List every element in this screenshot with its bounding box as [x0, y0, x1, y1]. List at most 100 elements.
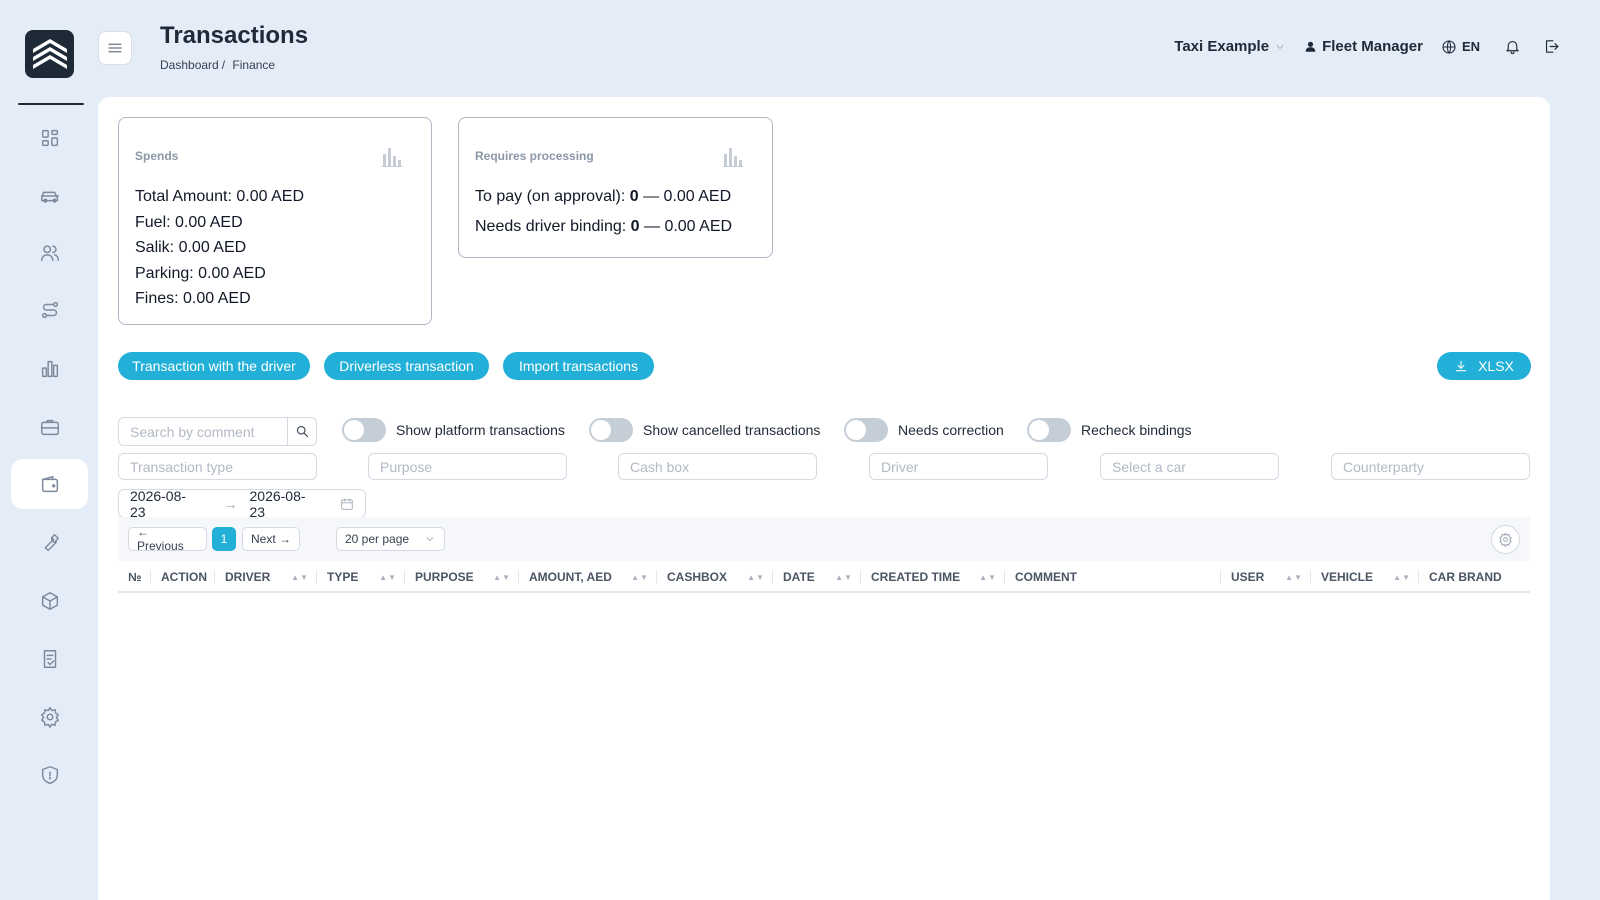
language-selector[interactable]: EN — [1441, 39, 1480, 55]
next-page-button[interactable]: Next → — [242, 527, 300, 551]
download-icon — [1455, 360, 1467, 372]
date-from[interactable]: 2026-08-23 — [130, 488, 200, 520]
user-icon — [1305, 41, 1316, 52]
globe-icon — [1442, 39, 1456, 54]
route-icon — [41, 301, 58, 319]
spends-lines: Total Amount: 0.00 AED Fuel: 0.00 AED Sa… — [135, 186, 304, 314]
sort-icon: ▲▼ — [291, 572, 309, 582]
col-purpose[interactable]: PURPOSE ▲▼ — [405, 563, 519, 591]
sort-icon: ▲▼ — [493, 572, 511, 582]
needs-correction-toggle-group: Needs correction — [844, 418, 1004, 442]
cancelled-transactions-toggle[interactable] — [589, 418, 633, 442]
spends-fines: Fines: 0.00 AED — [135, 290, 251, 307]
menu-toggle-button[interactable] — [98, 31, 132, 65]
sidebar-item-reports[interactable] — [11, 344, 88, 394]
col-cashbox[interactable]: CASHBOX ▲▼ — [657, 563, 773, 591]
sidebar-item-security[interactable] — [11, 750, 88, 800]
col-cashbox-label: CASHBOX — [667, 570, 728, 584]
users-icon — [40, 245, 59, 262]
col-comment: COMMENT — [1005, 563, 1221, 591]
col-vehicle[interactable]: VEHICLE ▲▼ — [1311, 563, 1419, 591]
needs-correction-label: Needs correction — [898, 422, 1004, 438]
sidebar-item-business[interactable] — [11, 402, 88, 452]
cash-box-select[interactable] — [618, 453, 817, 480]
search-group — [118, 417, 317, 446]
sidebar-item-documents[interactable] — [11, 634, 88, 684]
driverless-transaction-button[interactable]: Driverless transaction — [324, 352, 489, 380]
sort-icon: ▲▼ — [1393, 572, 1411, 582]
platform-transactions-label: Show platform transactions — [396, 422, 565, 438]
col-created-time[interactable]: CREATED TIME ▲▼ — [861, 563, 1005, 591]
date-to[interactable]: 2026-08-23 — [250, 488, 320, 520]
wallet-icon — [41, 475, 58, 493]
sidebar-item-settings[interactable] — [11, 692, 88, 742]
driver-select[interactable] — [869, 453, 1048, 480]
col-user[interactable]: USER ▲▼ — [1221, 563, 1311, 591]
date-range-picker[interactable]: 2026-08-23 → 2026-08-23 — [118, 488, 366, 520]
shield-icon — [41, 766, 58, 784]
processing-lines: To pay (on approval): 0 — 0.00 AED Needs… — [475, 186, 732, 246]
counterparty-select[interactable] — [1331, 453, 1530, 480]
header-actions: Taxi Example Fleet Manager EN — [1174, 38, 1560, 55]
chevrons-logo-icon — [32, 39, 67, 69]
search-button[interactable] — [288, 417, 317, 446]
company-name: Taxi Example — [1174, 38, 1270, 55]
recheck-bindings-label: Recheck bindings — [1081, 422, 1192, 438]
company-selector[interactable]: Taxi Example — [1174, 38, 1286, 55]
requires-processing-card: Requires processing To pay (on approval)… — [458, 117, 773, 258]
sidebar-item-routes[interactable] — [11, 285, 88, 335]
gear-icon — [1499, 532, 1512, 547]
page-title: Transactions — [160, 22, 309, 49]
purpose-select[interactable] — [368, 453, 567, 480]
car-select[interactable] — [1100, 453, 1279, 480]
col-type[interactable]: TYPE ▲▼ — [317, 563, 405, 591]
sidebar-item-finance[interactable] — [11, 459, 88, 509]
per-page-select[interactable]: 20 per page — [336, 527, 445, 551]
col-driver[interactable]: DRIVER ▲▼ — [215, 563, 317, 591]
logout-button[interactable] — [1543, 38, 1560, 55]
col-car-brand-label: CAR BRAND — [1429, 570, 1502, 584]
spends-card-title: Spends — [135, 149, 179, 163]
table-toolbar: ← Previous 1 Next → 20 per page — [118, 517, 1530, 561]
sidebar-item-vehicles[interactable] — [11, 171, 88, 221]
binding-line: Needs driver binding: 0 — 0.00 AED — [475, 216, 732, 246]
notifications-button[interactable] — [1504, 38, 1521, 55]
previous-page-button[interactable]: ← Previous — [128, 525, 207, 553]
breadcrumb-dashboard[interactable]: Dashboard — [160, 58, 219, 72]
cancelled-transactions-toggle-group: Show cancelled transactions — [589, 418, 820, 442]
page-1-button[interactable]: 1 — [212, 527, 236, 551]
transaction-with-driver-button[interactable]: Transaction with the driver — [118, 352, 310, 380]
transaction-type-select[interactable] — [118, 453, 317, 480]
table-header: № ACTION DRIVER ▲▼ TYPE ▲▼ PURPOSE ▲▼ AMOUN… — [118, 563, 1530, 593]
export-xlsx-button[interactable]: XLSX — [1437, 352, 1531, 380]
per-page-value: 20 per page — [345, 532, 410, 546]
search-input[interactable] — [118, 417, 288, 446]
platform-transactions-toggle[interactable] — [342, 418, 386, 442]
main-panel: Spends Total Amount: 0.00 AED Fuel: 0.00… — [98, 97, 1550, 900]
car-icon — [40, 191, 59, 203]
table-settings-button[interactable] — [1491, 525, 1520, 554]
sidebar-item-dashboard[interactable] — [11, 113, 88, 163]
app-logo[interactable] — [25, 30, 74, 78]
logout-icon — [1545, 40, 1559, 53]
sidebar-item-drivers[interactable] — [11, 228, 88, 278]
needs-correction-toggle[interactable] — [844, 418, 888, 442]
col-created-time-label: CREATED TIME — [871, 570, 961, 584]
col-amount[interactable]: AMOUNT, AED ▲▼ — [519, 563, 657, 591]
search-icon — [296, 425, 308, 438]
export-xlsx-label: XLSX — [1478, 358, 1514, 374]
sidebar-item-inventory[interactable] — [11, 576, 88, 626]
recheck-bindings-toggle[interactable] — [1027, 418, 1071, 442]
breadcrumb-separator: / — [221, 58, 226, 72]
col-car-brand[interactable]: CAR BRAND — [1419, 563, 1530, 591]
box-icon — [41, 592, 58, 610]
recheck-bindings-toggle-group: Recheck bindings — [1027, 418, 1192, 442]
spends-card: Spends Total Amount: 0.00 AED Fuel: 0.00… — [118, 117, 432, 325]
user-menu[interactable]: Fleet Manager — [1304, 38, 1423, 55]
sidebar-item-service[interactable] — [11, 518, 88, 568]
import-transactions-button[interactable]: Import transactions — [503, 352, 654, 380]
spends-parking: Parking: 0.00 AED — [135, 264, 266, 282]
bell-icon — [1506, 40, 1519, 55]
col-date[interactable]: DATE ▲▼ — [773, 563, 861, 591]
col-amount-label: AMOUNT, AED — [529, 570, 612, 584]
